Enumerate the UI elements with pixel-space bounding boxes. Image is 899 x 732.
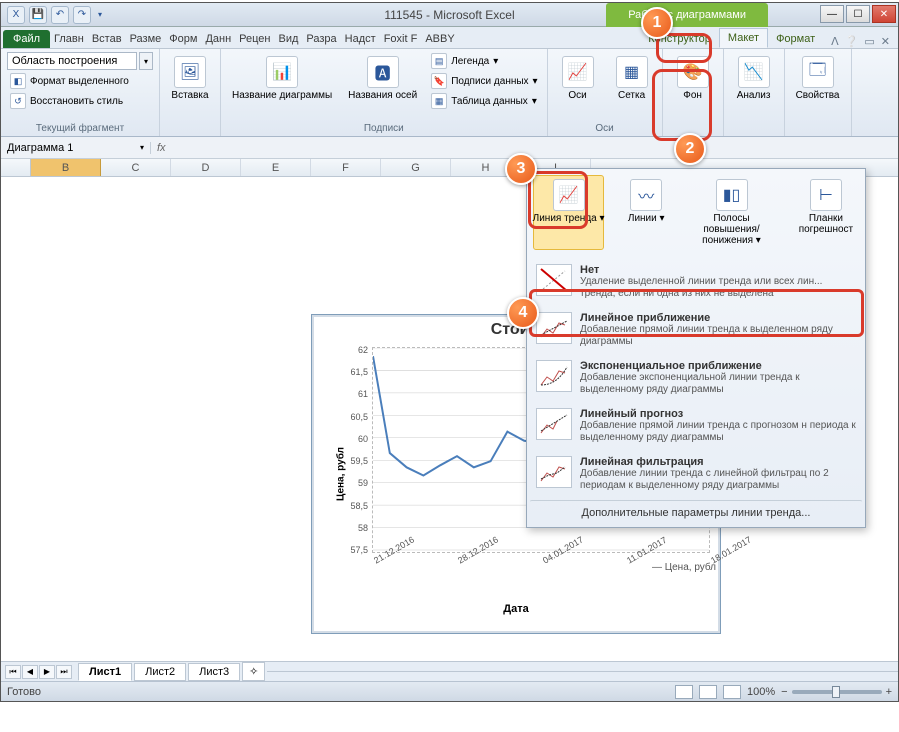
data-table-button[interactable]: ▦Таблица данных ▾ <box>428 92 540 110</box>
col-header-b[interactable]: B <box>31 159 101 176</box>
col-header-e[interactable]: E <box>241 159 311 176</box>
tab-chart-layout[interactable]: Макет <box>719 28 768 48</box>
status-bar: Готово 100% − + <box>1 681 898 701</box>
trendline-more-options[interactable]: Дополнительные параметры линии тренда... <box>529 500 863 525</box>
trendline-dropdown-panel: 📈Линия тренда ▾ 〰Линии ▾ ▮▯Полосы повыше… <box>526 168 866 528</box>
tab-home[interactable]: Главн <box>50 30 88 48</box>
trendline-option-forecast[interactable]: Линейный прогнозДобавление прямой линии … <box>529 402 863 450</box>
view-pagebreak-button[interactable] <box>723 685 741 699</box>
axis-titles-button[interactable]: 🅰Названия осей <box>343 52 422 105</box>
callout-3: 3 <box>505 153 537 185</box>
formula-input[interactable] <box>172 139 892 157</box>
callout-1: 1 <box>641 7 673 39</box>
sheet-tab-bar: ⏮ ◀ ▶ ⏭ Лист1 Лист2 Лист3 ✧ <box>1 661 898 681</box>
data-labels-button[interactable]: 🔖Подписи данных ▾ <box>428 72 540 90</box>
callout-4: 4 <box>507 297 539 329</box>
trendline-button[interactable]: 📈Линия тренда ▾ <box>533 175 604 250</box>
select-all-corner[interactable] <box>1 159 31 176</box>
axes-button[interactable]: 📈Оси <box>554 52 602 105</box>
view-normal-button[interactable] <box>675 685 693 699</box>
ribbon: ▾ ◧Формат выделенного ↺Восстановить стил… <box>1 49 898 137</box>
updown-bars-button[interactable]: ▮▯Полосы повышения/понижения ▾ <box>688 175 775 250</box>
chart-legend[interactable]: — Цена, рубл <box>652 562 716 573</box>
sheet-tab-2[interactable]: Лист2 <box>134 663 186 681</box>
tab-addins[interactable]: Надст <box>341 30 380 48</box>
ribbon-tabs: Файл Главн Встав Разме Форм Данн Рецен В… <box>1 27 898 49</box>
tab-abbyy[interactable]: ABBY <box>421 30 458 48</box>
group-axes: Оси <box>554 122 656 134</box>
error-bars-button[interactable]: ⊢Планки погрешност <box>793 175 859 250</box>
background-button[interactable]: 🎨Фон <box>669 52 717 105</box>
analysis-button[interactable]: 📉Анализ <box>730 52 778 105</box>
undo-icon[interactable]: ↶ <box>51 6 69 24</box>
save-icon[interactable]: 💾 <box>29 6 47 24</box>
chart-title-button[interactable]: 📊Название диаграммы <box>227 52 337 105</box>
sheet-nav-first[interactable]: ⏮ <box>5 665 21 679</box>
zoom-slider[interactable] <box>792 690 882 694</box>
group-current-selection: Текущий фрагмент <box>7 122 153 134</box>
chart-x-axis-label: Дата <box>503 603 528 615</box>
new-sheet-button[interactable]: ✧ <box>242 662 265 681</box>
sheet-tab-1[interactable]: Лист1 <box>78 663 132 681</box>
tab-insert[interactable]: Встав <box>88 30 126 48</box>
col-header-d[interactable]: D <box>171 159 241 176</box>
sheet-tab-3[interactable]: Лист3 <box>188 663 240 681</box>
group-labels: Подписи <box>227 122 541 134</box>
restore-workbook-icon[interactable]: ▭ <box>864 35 874 48</box>
chart-tools-context: Работа с диаграммами <box>606 3 768 27</box>
sheet-nav-next[interactable]: ▶ <box>39 665 55 679</box>
callout-2: 2 <box>674 133 706 165</box>
fx-icon[interactable]: fx <box>157 142 166 154</box>
tab-developer[interactable]: Разра <box>302 30 340 48</box>
insert-button[interactable]: 🖼Вставка <box>166 52 214 105</box>
minimize-button[interactable]: — <box>820 5 844 23</box>
tab-data[interactable]: Данн <box>201 30 235 48</box>
close-button[interactable]: ✕ <box>872 5 896 23</box>
zoom-in-button[interactable]: + <box>886 686 892 698</box>
chart-element-dropdown-icon[interactable]: ▾ <box>139 52 153 70</box>
chart-element-selector[interactable] <box>7 52 137 70</box>
status-text: Готово <box>7 686 41 698</box>
col-header-c[interactable]: C <box>101 159 171 176</box>
file-tab[interactable]: Файл <box>3 30 50 48</box>
trendline-option-linear[interactable]: Линейное приближениеДобавление прямой ли… <box>529 306 863 354</box>
lines-button[interactable]: 〰Линии ▾ <box>622 175 670 250</box>
minimize-ribbon-icon[interactable]: ᐱ <box>831 35 839 48</box>
tab-formulas[interactable]: Форм <box>165 30 201 48</box>
zoom-out-button[interactable]: − <box>781 686 787 698</box>
name-box[interactable]: Диаграмма 1 <box>7 142 73 154</box>
tab-foxit[interactable]: Foxit F <box>380 30 422 48</box>
zoom-level[interactable]: 100% <box>747 686 775 698</box>
gridlines-button[interactable]: ▦Сетка <box>608 52 656 105</box>
trendline-option-none[interactable]: НетУдаление выделенной линии тренда или … <box>529 258 863 306</box>
legend-button[interactable]: ▤Легенда ▾ <box>428 52 540 70</box>
title-bar: X 💾 ↶ ↷ ▾ 111545 - Microsoft Excel Работ… <box>1 3 898 27</box>
redo-icon[interactable]: ↷ <box>73 6 91 24</box>
reset-style-button[interactable]: ↺Восстановить стиль <box>7 92 153 110</box>
tab-view[interactable]: Вид <box>275 30 303 48</box>
chart-y-ticks: 6261,56160,56059,55958,55857,5 <box>330 345 368 555</box>
sheet-nav-last[interactable]: ⏭ <box>56 665 72 679</box>
col-header-g[interactable]: G <box>381 159 451 176</box>
excel-icon: X <box>7 6 25 24</box>
close-workbook-icon[interactable]: ✕ <box>881 35 890 48</box>
view-pagelayout-button[interactable] <box>699 685 717 699</box>
trendline-option-exponential[interactable]: Экспоненциальное приближениеДобавление э… <box>529 354 863 402</box>
qat-dropdown-icon[interactable]: ▾ <box>95 6 105 24</box>
sheet-nav-prev[interactable]: ◀ <box>22 665 38 679</box>
properties-button[interactable]: 🗔Свойства <box>791 52 845 105</box>
trendline-option-moving-average[interactable]: Линейная фильтрацияДобавление линии трен… <box>529 450 863 498</box>
tab-chart-format[interactable]: Формат <box>768 30 823 48</box>
maximize-button[interactable]: ☐ <box>846 5 870 23</box>
col-header-f[interactable]: F <box>311 159 381 176</box>
tab-pagelayout[interactable]: Разме <box>126 30 166 48</box>
window-title: 111545 - Microsoft Excel <box>384 8 514 22</box>
format-selection-button[interactable]: ◧Формат выделенного <box>7 72 153 90</box>
help-icon[interactable]: ❔ <box>845 35 859 48</box>
formula-bar: Диаграмма 1▾ fx <box>1 137 898 159</box>
tab-review[interactable]: Рецен <box>235 30 274 48</box>
